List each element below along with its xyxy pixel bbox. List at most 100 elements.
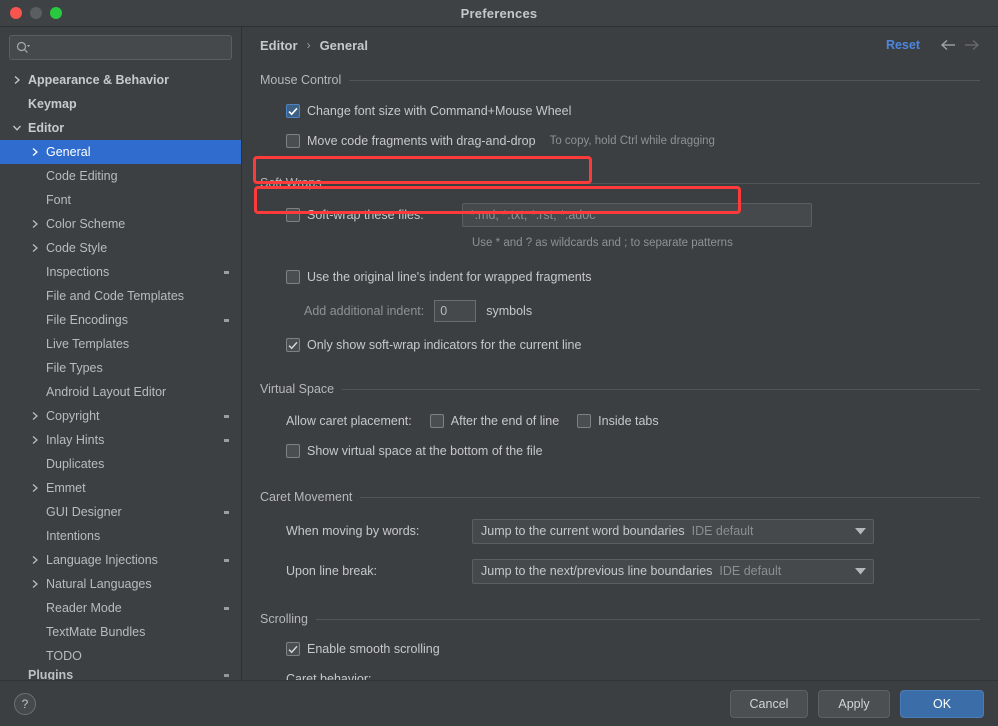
sidebar-item-emmet[interactable]: Emmet — [0, 476, 241, 500]
chevron-right-icon[interactable] — [28, 433, 42, 447]
sidebar-item-appearance-behavior[interactable]: Appearance & Behavior — [0, 68, 241, 92]
ok-button[interactable]: OK — [900, 689, 984, 718]
apply-button[interactable]: Apply — [818, 689, 890, 718]
scrolling-title: Scrolling — [260, 612, 308, 626]
soft-wraps-title: Soft Wraps — [260, 176, 322, 190]
sidebar-item-code-style[interactable]: Code Style — [0, 236, 241, 260]
sidebar-item-label: TODO — [46, 649, 82, 663]
sidebar-item-label: File Types — [46, 361, 103, 375]
chevron-right-icon[interactable] — [28, 553, 42, 567]
sidebar-item-general[interactable]: General — [0, 140, 241, 164]
breadcrumb-general: General — [319, 37, 368, 53]
reset-button[interactable]: Reset — [886, 38, 920, 52]
mouse-control-title: Mouse Control — [260, 73, 342, 87]
chevron-down-icon[interactable] — [10, 121, 24, 135]
section-mouse-control: Mouse Control Change font size with Comm… — [260, 69, 980, 156]
sidebar-item-copyright[interactable]: Copyright — [0, 404, 241, 428]
sidebar-item-color-scheme[interactable]: Color Scheme — [0, 212, 241, 236]
chevron-down-icon — [853, 527, 867, 535]
enable-smooth-scrolling-checkbox[interactable] — [286, 642, 300, 656]
sidebar-item-gui-designer[interactable]: GUI Designer — [0, 500, 241, 524]
inside-tabs-checkbox[interactable] — [577, 414, 592, 428]
breadcrumb-editor[interactable]: Editor — [260, 38, 298, 53]
sidebar-item-file-and-code-templates[interactable]: File and Code Templates — [0, 284, 241, 308]
section-caret-movement: Caret Movement When moving by words: Jum… — [260, 486, 980, 586]
move-code-fragments-checkbox[interactable] — [286, 134, 300, 148]
change-font-size-checkbox[interactable] — [286, 104, 300, 118]
sidebar-item-label: Android Layout Editor — [46, 385, 167, 399]
sidebar-item-android-layout-editor[interactable]: Android Layout Editor — [0, 380, 241, 404]
virtual-space-title: Virtual Space — [260, 382, 335, 396]
soft-wrap-files-checkbox[interactable] — [286, 208, 300, 222]
row-additional-indent[interactable]: Add additional indent: 0 symbols — [304, 296, 980, 326]
sidebar-item-file-types[interactable]: File Types — [0, 356, 241, 380]
project-scope-icon — [219, 268, 233, 277]
sidebar-item-intentions[interactable]: Intentions — [0, 524, 241, 548]
row-soft-wrap-files[interactable]: Soft-wrap these files: *.md; *.txt; *.rs… — [286, 200, 980, 230]
chevron-right-icon[interactable] — [28, 409, 42, 423]
search-box[interactable] — [9, 35, 232, 60]
row-change-font-size[interactable]: Change font size with Command+Mouse Whee… — [286, 96, 980, 126]
original-indent-checkbox[interactable] — [286, 270, 300, 284]
move-code-fragments-label: Move code fragments with drag-and-drop — [307, 134, 536, 148]
sidebar-item-code-editing[interactable]: Code Editing — [0, 164, 241, 188]
cancel-button[interactable]: Cancel — [730, 689, 808, 718]
soft-wrap-files-input[interactable]: *.md; *.txt; *.rst; *.adoc — [461, 203, 812, 227]
row-show-virtual-space[interactable]: Show virtual space at the bottom of the … — [286, 436, 980, 466]
sidebar-item-live-templates[interactable]: Live Templates — [0, 332, 241, 356]
caret-movement-header: Caret Movement — [260, 486, 980, 508]
sidebar-item-label: TextMate Bundles — [46, 625, 146, 639]
sidebar-item-file-encodings[interactable]: File Encodings — [0, 308, 241, 332]
sidebar-item-todo[interactable]: TODO — [0, 644, 241, 668]
sidebar-item-plugins[interactable]: Plugins — [0, 668, 241, 680]
row-move-code-fragments[interactable]: Move code fragments with drag-and-drop T… — [286, 126, 980, 156]
when-moving-by-words-select[interactable]: Jump to the current word boundaries IDE … — [472, 518, 874, 544]
change-font-size-label: Change font size with Command+Mouse Whee… — [307, 104, 572, 118]
chevron-right-icon[interactable] — [28, 481, 42, 495]
additional-indent-input[interactable]: 0 — [434, 300, 477, 322]
wildcard-hint-text: Use * and ? as wildcards and ; to separa… — [472, 237, 733, 249]
sidebar-item-language-injections[interactable]: Language Injections — [0, 548, 241, 572]
chevron-right-icon[interactable] — [10, 73, 24, 87]
upon-line-break-select[interactable]: Jump to the next/previous line boundarie… — [472, 558, 874, 584]
row-enable-smooth-scrolling[interactable]: Enable smooth scrolling — [286, 634, 980, 664]
search-icon — [16, 41, 30, 54]
search-input[interactable] — [34, 40, 225, 55]
sidebar-item-natural-languages[interactable]: Natural Languages — [0, 572, 241, 596]
allow-caret-placement-label: Allow caret placement: — [286, 414, 412, 428]
row-only-show-indicators[interactable]: Only show soft-wrap indicators for the c… — [286, 330, 980, 360]
sidebar-item-textmate-bundles[interactable]: TextMate Bundles — [0, 620, 241, 644]
divider — [329, 182, 980, 184]
sidebar-item-label: Inspections — [46, 265, 110, 279]
sidebar-item-font[interactable]: Font — [0, 188, 241, 212]
sidebar-item-label: Keymap — [28, 97, 77, 111]
show-virtual-space-checkbox[interactable] — [286, 444, 300, 458]
sidebar-item-label: Code Editing — [46, 169, 118, 183]
original-indent-label: Use the original line's indent for wrapp… — [307, 270, 592, 284]
back-arrow-icon[interactable] — [938, 39, 960, 51]
sidebar-item-inlay-hints[interactable]: Inlay Hints — [0, 428, 241, 452]
sidebar-item-label: Intentions — [46, 529, 101, 543]
sidebar-item-inspections[interactable]: Inspections — [0, 260, 241, 284]
sidebar-item-label: Copyright — [46, 409, 100, 423]
sidebar-item-keymap[interactable]: Keymap — [0, 92, 241, 116]
sidebar-item-editor[interactable]: Editor — [0, 116, 241, 140]
chevron-right-icon[interactable] — [28, 217, 42, 231]
row-original-indent[interactable]: Use the original line's indent for wrapp… — [286, 262, 980, 292]
chevron-right-icon[interactable] — [28, 145, 42, 159]
help-button[interactable]: ? — [14, 692, 36, 715]
chevron-right-icon[interactable] — [28, 241, 42, 255]
only-show-indicators-checkbox[interactable] — [286, 338, 300, 352]
project-scope-icon — [219, 671, 233, 680]
after-end-of-line-label: After the end of line — [450, 414, 560, 428]
after-end-of-line-checkbox[interactable] — [429, 414, 444, 428]
chevron-right-icon[interactable] — [28, 577, 42, 591]
sidebar-item-duplicates[interactable]: Duplicates — [0, 452, 241, 476]
section-scrolling: Scrolling Enable smooth scrolling Caret … — [260, 608, 980, 680]
sidebar-item-reader-mode[interactable]: Reader Mode — [0, 596, 241, 620]
